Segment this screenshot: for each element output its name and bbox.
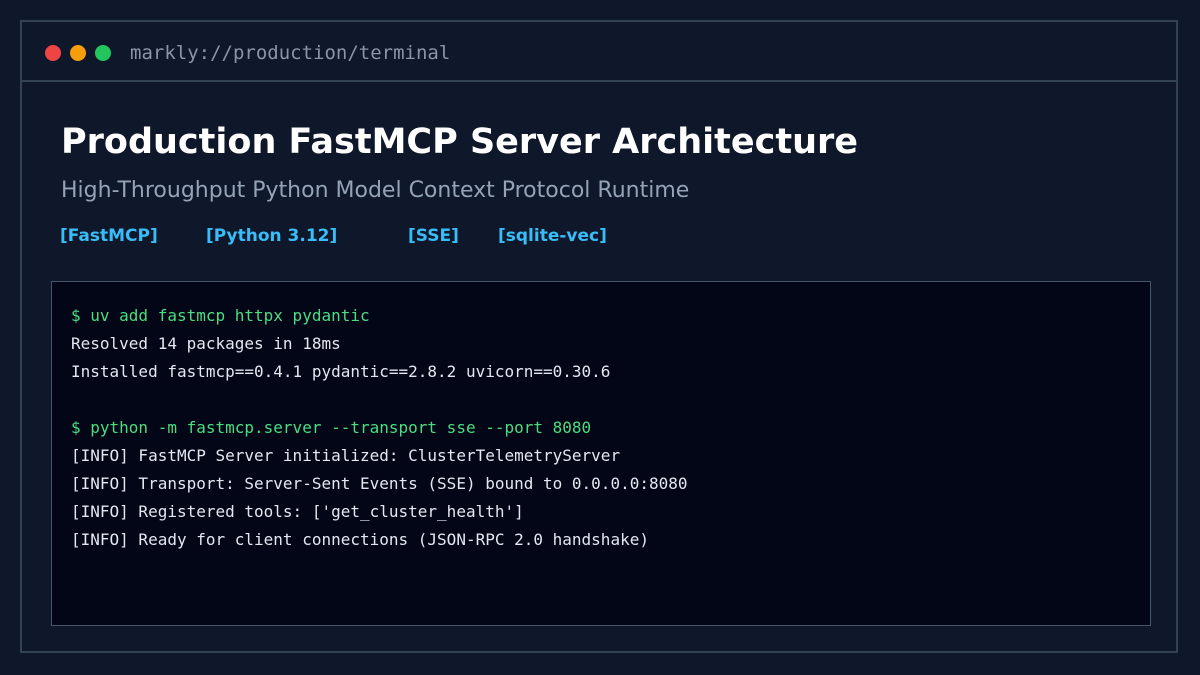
page-title: Production FastMCP Server Architecture — [61, 122, 859, 162]
tag-sse: [SSE] — [408, 226, 459, 246]
terminal-output-line: [INFO] FastMCP Server initialized: Clust… — [71, 446, 621, 465]
terminal-output: $ uv add fastmcp httpx pydantic Resolved… — [51, 281, 1151, 626]
page-subtitle: High-Throughput Python Model Context Pro… — [61, 178, 690, 203]
maximize-window-icon[interactable] — [95, 45, 111, 61]
terminal-command-line: $ uv add fastmcp httpx pydantic — [71, 306, 370, 325]
tag-sqlite-vec: [sqlite-vec] — [498, 226, 607, 246]
terminal-command-line: $ python -m fastmcp.server --transport s… — [71, 418, 592, 437]
window-url: markly://production/terminal — [130, 42, 451, 64]
tag-python: [Python 3.12] — [206, 226, 338, 246]
terminal-output-line: [INFO] Transport: Server-Sent Events (SS… — [71, 474, 688, 493]
close-window-icon[interactable] — [45, 45, 61, 61]
terminal-output-line: Installed fastmcp==0.4.1 pydantic==2.8.2… — [71, 362, 611, 381]
terminal-output-line: [INFO] Registered tools: ['get_cluster_h… — [71, 502, 524, 521]
minimize-window-icon[interactable] — [70, 45, 86, 61]
terminal-output-line: Resolved 14 packages in 18ms — [71, 334, 341, 353]
window-titlebar: markly://production/terminal — [22, 22, 1176, 82]
terminal-output-line: [INFO] Ready for client connections (JSO… — [71, 530, 649, 549]
tag-fastmcp: [FastMCP] — [60, 226, 158, 246]
terminal-window: markly://production/terminal Production … — [20, 20, 1178, 653]
